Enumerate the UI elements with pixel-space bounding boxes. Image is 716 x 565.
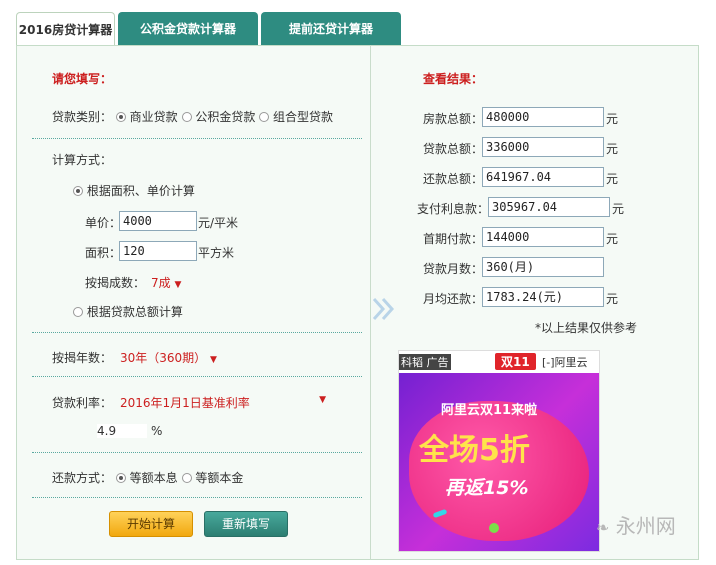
tab-prepayment-calculator[interactable]: 提前还贷计算器 (261, 12, 401, 46)
result-unit: 元 (606, 112, 619, 126)
watermark: ❧ 永州网 (596, 514, 676, 538)
mortgage-ratio-label: 按揭成数： (85, 276, 146, 290)
result-note: *以上结果仅供参考 (535, 321, 638, 335)
result-monthly: 1783.24(元) (482, 287, 604, 307)
divider-dotted (32, 138, 362, 139)
loan-type-commercial-radio[interactable] (115, 112, 126, 122)
repay-equal-installment-radio[interactable] (115, 473, 126, 483)
result-interest: 305967.04 (488, 197, 610, 217)
unit-price-unit: 元/平米 (198, 216, 239, 230)
method-total-option[interactable]: 根据贷款总额计算 (73, 303, 183, 320)
result-unit: 元 (606, 232, 619, 246)
result-total-price: 480000 (482, 107, 604, 127)
result-repay-total: 641967.04 (482, 167, 604, 187)
result-down-payment: 144000 (482, 227, 604, 247)
result-unit: 元 (612, 202, 625, 216)
tab-mortgage-calculator[interactable]: 2016房贷计算器 (16, 12, 115, 46)
ad-pink-shape (409, 401, 589, 541)
area-input[interactable]: 120 (119, 241, 197, 261)
loan-type-combined-radio[interactable] (259, 112, 270, 122)
repay-equal-principal-radio[interactable] (181, 473, 192, 483)
ad-decoration (489, 523, 499, 533)
years-select[interactable]: 30年（360期） ▼ (120, 349, 217, 366)
result-label-total-price: 房款总额： (423, 112, 484, 126)
method-area-option[interactable]: 根据面积、单价计算 (73, 182, 195, 199)
unit-price-label: 单价： (85, 216, 122, 230)
result-months: 360(月) (482, 257, 604, 277)
area-label: 面积： (85, 246, 122, 260)
result-loan-total: 336000 (482, 137, 604, 157)
ad-corner-label: 科韬 广告 (399, 354, 451, 370)
dropdown-arrow-icon: ▼ (210, 355, 217, 365)
loan-type-label: 贷款类别： (52, 110, 113, 124)
loan-type-commercial-label: 商业贷款 (129, 110, 178, 124)
wechat-icon: ❧ (596, 518, 610, 537)
loan-type-combined-label: 组合型贷款 (273, 110, 334, 124)
reset-button[interactable]: 重新填写 (204, 511, 288, 537)
repay-label: 还款方式： (52, 471, 113, 485)
rate-number-input[interactable]: 4.9 (97, 424, 147, 438)
rate-select[interactable]: 2016年1月1日基准利率 ▼ (120, 394, 326, 411)
result-unit: 元 (606, 142, 619, 156)
result-heading: 查看结果： (423, 72, 484, 86)
years-label: 按揭年数： (52, 351, 113, 365)
repay-equal-principal-label: 等额本金 (195, 471, 244, 485)
ad-line-2: 全场5折 (419, 433, 530, 468)
result-label-interest: 支付利息款： (417, 202, 490, 216)
start-calculate-button[interactable]: 开始计算 (109, 511, 193, 537)
divider-dotted (32, 376, 362, 377)
ad-badge: 双11 (495, 353, 536, 370)
result-label-monthly: 月均还款： (423, 292, 484, 306)
aliyun-logo-icon: [-] (542, 356, 555, 369)
loan-type-provident-radio[interactable] (181, 112, 192, 122)
method-total-radio[interactable] (73, 307, 83, 317)
divider-dotted (32, 332, 362, 333)
result-label-months: 贷款月数： (423, 262, 484, 276)
advertisement-banner[interactable]: 科韬 广告 双11 [-]阿里云 阿里云双11来啦 全场5折 再返15% (398, 350, 600, 552)
ad-line-3: 再返15% (445, 477, 529, 499)
ad-brand: [-]阿里云 (542, 356, 588, 369)
loan-type-row: 贷款类别： 商业贷款 公积金贷款 组合型贷款 (52, 108, 333, 125)
area-unit: 平方米 (198, 246, 235, 260)
tab-provident-fund-calculator[interactable]: 公积金贷款计算器 (118, 12, 258, 46)
result-label-loan-total: 贷款总额： (423, 142, 484, 156)
mortgage-ratio-select[interactable]: 7成 ▼ (151, 274, 181, 291)
result-unit: 元 (606, 172, 619, 186)
loan-type-provident-label: 公积金贷款 (195, 110, 256, 124)
rate-value: 2016年1月1日基准利率 (120, 396, 250, 410)
calc-method-label: 计算方式： (52, 153, 113, 167)
method-area-radio[interactable] (73, 186, 83, 196)
double-chevron-right-icon (372, 297, 395, 321)
dropdown-arrow-icon: ▼ (319, 395, 326, 405)
input-heading: 请您填写： (52, 72, 113, 86)
result-unit: 元 (606, 292, 619, 306)
ad-line-1: 阿里云双11来啦 (441, 403, 538, 418)
method-area-label: 根据面积、单价计算 (86, 184, 195, 198)
result-label-down-payment: 首期付款： (423, 232, 484, 246)
rate-unit: % (151, 424, 163, 438)
divider-dotted (32, 452, 362, 453)
unit-price-input[interactable]: 4000 (119, 211, 197, 231)
years-value: 30年（360期） (120, 351, 207, 365)
dropdown-arrow-icon: ▼ (174, 280, 182, 290)
method-total-label: 根据贷款总额计算 (86, 305, 183, 319)
rate-label: 贷款利率： (52, 396, 113, 410)
mortgage-ratio-value: 7成 (151, 276, 171, 290)
repay-row: 还款方式： 等额本息 等额本金 (52, 469, 243, 486)
result-label-repay-total: 还款总额： (423, 172, 484, 186)
repay-equal-installment-label: 等额本息 (129, 471, 178, 485)
divider-dotted (32, 497, 362, 498)
